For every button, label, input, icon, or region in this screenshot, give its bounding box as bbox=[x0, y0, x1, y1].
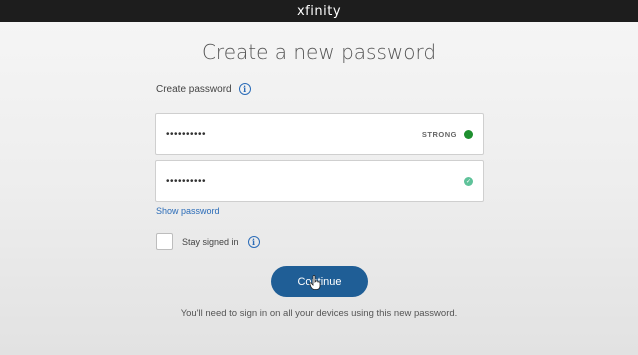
stay-signed-in-row: Stay signed in i bbox=[156, 233, 260, 250]
password-field[interactable]: •••••••••• STRONG bbox=[155, 113, 484, 155]
xfinity-logo[interactable]: xfinity bbox=[297, 4, 341, 19]
hand-pointer-icon bbox=[309, 275, 321, 290]
stay-signed-in-label[interactable]: Stay signed in bbox=[182, 237, 239, 247]
devices-note: You'll need to sign in on all your devic… bbox=[180, 308, 458, 319]
show-password-link[interactable]: Show password bbox=[156, 206, 220, 216]
create-password-label: Create password bbox=[156, 83, 232, 95]
strength-label: STRONG bbox=[421, 129, 457, 139]
top-bar: xfinity bbox=[0, 0, 638, 22]
check-icon: ✓ bbox=[464, 176, 473, 186]
info-icon[interactable]: i bbox=[247, 235, 260, 248]
confirm-password-value[interactable]: •••••••••• bbox=[166, 176, 464, 187]
strength-indicator-icon bbox=[464, 129, 473, 139]
stay-signed-in-checkbox[interactable] bbox=[156, 233, 173, 250]
confirm-password-field[interactable]: •••••••••• ✓ bbox=[155, 160, 484, 202]
info-icon[interactable]: i bbox=[238, 83, 251, 95]
password-value[interactable]: •••••••••• bbox=[166, 129, 422, 140]
create-password-label-row: Create password i bbox=[156, 83, 251, 95]
page-title: Create a new password bbox=[201, 40, 437, 64]
